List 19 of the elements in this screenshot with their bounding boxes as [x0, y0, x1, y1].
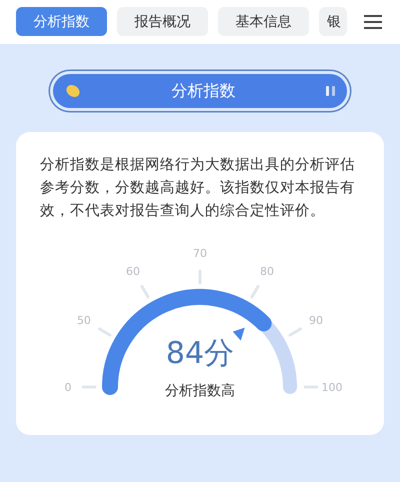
- tab[interactable]: 银: [319, 7, 347, 36]
- description-text: 分析指数是根据网络行为大数据出具的分析评估参考分数，分数越高越好。该指数仅对本报告有效，不代表对报告查询人的综合定性评价。: [40, 156, 356, 221]
- pointer-icon: [232, 328, 245, 341]
- score-verdict: 分析指数高: [165, 383, 235, 399]
- scale-label: 100: [322, 381, 342, 394]
- bars-icon: [326, 86, 335, 96]
- scale-label: 50: [76, 314, 91, 327]
- scale-label: 70: [193, 247, 207, 260]
- tab[interactable]: 报告概况: [117, 7, 208, 36]
- tab[interactable]: 分析指数: [16, 7, 107, 36]
- lemon-icon: [65, 84, 81, 98]
- score-value: 84分: [166, 336, 234, 371]
- menu-icon[interactable]: [364, 14, 382, 30]
- scale-label: 80: [260, 264, 274, 278]
- scale-label: 0: [64, 381, 72, 394]
- scale-label: 90: [309, 314, 324, 327]
- banner-title: 分析指数: [170, 80, 236, 102]
- tab[interactable]: 基本信息: [218, 7, 309, 36]
- scale-label: 60: [126, 264, 140, 278]
